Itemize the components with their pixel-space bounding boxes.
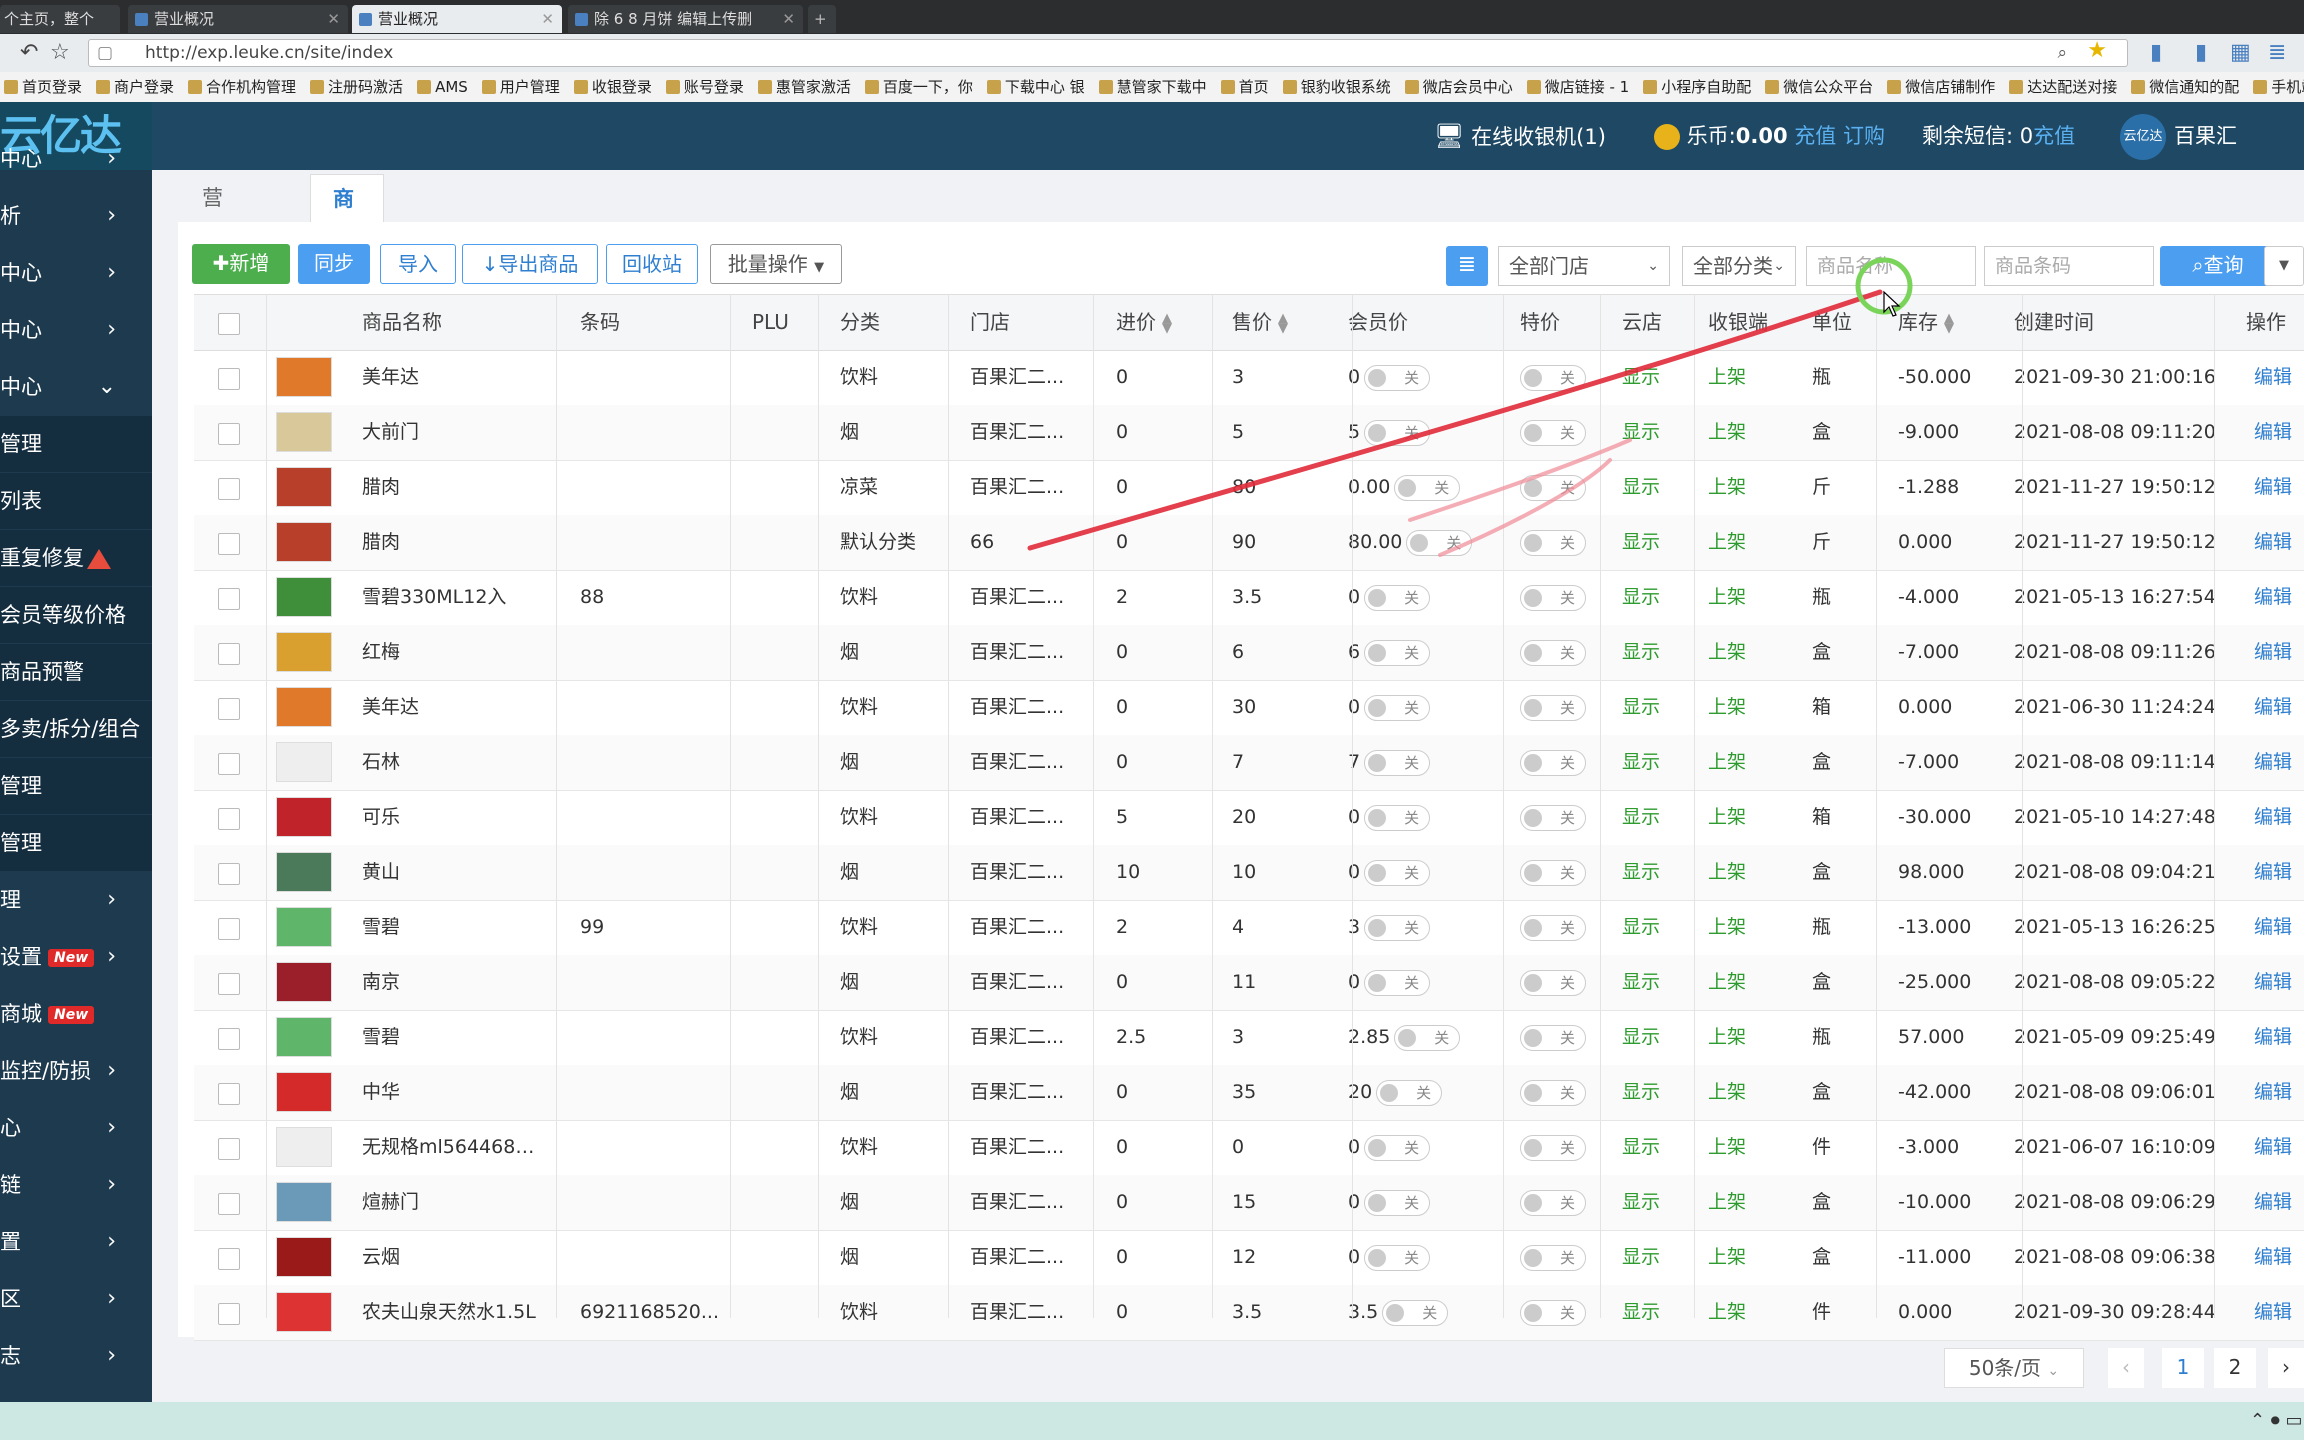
tray-icons: ⌃ ⏺ ▭ [2250,1410,2303,1431]
os-taskbar: ⌃ ⏺ ▭ [0,1402,2304,1440]
annotation-stroke [1027,257,1913,557]
